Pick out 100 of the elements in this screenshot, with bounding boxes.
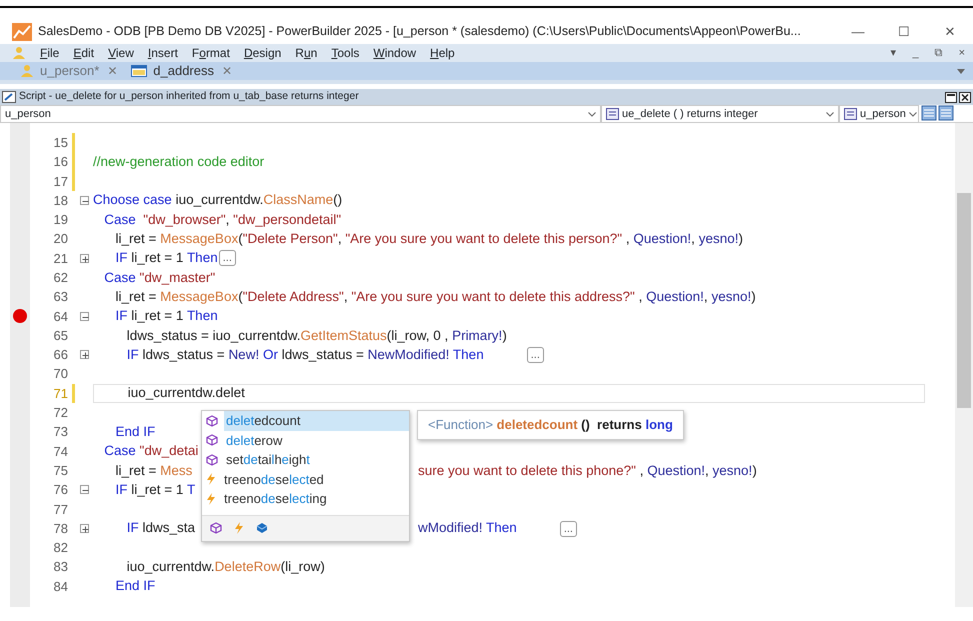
- script-icon: [844, 108, 857, 120]
- cube-icon: [206, 454, 218, 466]
- lightning-icon: [206, 473, 216, 486]
- line-number: 21: [52, 250, 68, 268]
- collapsed-code-button[interactable]: ...: [218, 250, 236, 266]
- collapse-icon[interactable]: [80, 312, 89, 321]
- expand-icon[interactable]: [80, 524, 89, 534]
- collapse-icon[interactable]: [80, 196, 89, 206]
- line-number: 73: [52, 423, 68, 442]
- signature-tooltip: <Function> deletedcount () returns long: [417, 410, 684, 440]
- code-line: Choose case iuo_currentdw.ClassName(): [93, 191, 342, 210]
- line-number: 63: [52, 288, 68, 306]
- line-number: 70: [52, 365, 68, 384]
- restore-button[interactable]: ⧉: [934, 44, 943, 62]
- dropdown-button[interactable]: ▾: [890, 44, 896, 62]
- code-line: Case "dw_detai: [103, 442, 198, 460]
- layout-icon: [921, 105, 955, 122]
- line-number: 19: [52, 211, 68, 230]
- code-line: li_ret = MessageBox("Delete Address", "Are you sure you want to delete this address?" , Question!, yesno!): [114, 288, 756, 306]
- autocomplete-item[interactable]: deletedcount: [224, 411, 409, 430]
- ancestor-dropdown[interactable]: u_person: [839, 105, 919, 123]
- menu-item[interactable]: Design: [244, 44, 282, 62]
- line-number: 20: [52, 230, 68, 248]
- code-line: Case "dw_browser", "dw_persondetail": [103, 210, 342, 229]
- line-number: 74: [52, 442, 68, 461]
- cube-icon: [206, 434, 218, 446]
- code-line: IF ldws_status = New! Or ldws_status = NewModified! Then: [126, 346, 484, 364]
- code-line: li_ret = Mess: [114, 462, 192, 480]
- menu-item[interactable]: Help: [430, 44, 455, 62]
- dropdown-caret-icon: [957, 68, 965, 74]
- chevron-icon: [908, 112, 917, 116]
- line-number: 72: [52, 404, 68, 422]
- close-icon: [959, 92, 971, 102]
- code-line: wModified! Then: [418, 519, 517, 538]
- autocomplete-item[interactable]: treenodeselecting: [222, 489, 409, 508]
- line-number: 77: [52, 500, 68, 519]
- restore-icon: [945, 92, 957, 102]
- code-line: sure you want to delete this phone?" , Question!, yesno!): [418, 462, 757, 480]
- scrollbar-thumb[interactable]: [957, 193, 971, 408]
- code-line: ldws_status = iuo_currentdw.GetItemStatus(li_row, 0 , Primary!): [126, 326, 507, 345]
- line-number: 66: [52, 346, 68, 364]
- line-number: 75: [52, 462, 68, 480]
- line-number: 16: [52, 153, 68, 172]
- collapsed-code-button[interactable]: ...: [560, 520, 577, 537]
- code-line: IF li_ret = 1 T: [114, 480, 196, 499]
- menu-item[interactable]: Run: [295, 44, 318, 62]
- expand-icon[interactable]: [80, 254, 89, 263]
- app-logo-icon: [12, 22, 32, 40]
- menu-item[interactable]: Format: [192, 44, 230, 62]
- object-dropdown[interactable]: u_person: [0, 105, 601, 123]
- minimize-button[interactable]: —: [835, 22, 881, 42]
- expand-icon[interactable]: [80, 350, 89, 360]
- line-number: 17: [52, 172, 68, 190]
- minimize-button[interactable]: _: [912, 44, 919, 62]
- event-dropdown[interactable]: ue_delete ( ) returns integer: [601, 105, 839, 123]
- collapsed-code-button[interactable]: ...: [526, 346, 544, 363]
- code-line: End IF: [114, 422, 156, 441]
- vertical-scrollbar[interactable]: [955, 123, 973, 607]
- line-number: 15: [52, 134, 68, 152]
- line-number: 83: [52, 558, 68, 576]
- code-line: IF ldws_sta: [126, 519, 196, 538]
- menu-item[interactable]: Tools: [331, 44, 360, 62]
- line-number: 84: [52, 578, 68, 596]
- autocomplete-item[interactable]: treenodeselected: [222, 470, 409, 489]
- script-icon: [2, 91, 16, 103]
- code-line: li_ret = MessageBox("Delete Person", "Are you sure you want to delete this person?" , Question!, yesno!): [114, 230, 743, 248]
- lightning-icon: [206, 492, 216, 505]
- block-icon[interactable]: [256, 522, 268, 534]
- window-title: SalesDemo - ODB [PB Demo DB V2025] - PowerBuilder 2025 - [u_person * (salesdemo) (C:\Users\Public\Documents\Appeon\PowerBu...: [38, 23, 802, 40]
- person-icon: [12, 46, 26, 60]
- collapse-icon[interactable]: [80, 485, 89, 494]
- line-number: 82: [52, 539, 68, 558]
- chevron-icon: [588, 112, 596, 116]
- menu-item[interactable]: Insert: [148, 44, 178, 62]
- line-number: 78: [52, 520, 68, 538]
- menu-item[interactable]: View: [108, 44, 134, 62]
- code-line: iuo_currentdw.DeleteRow(li_row): [126, 558, 325, 576]
- cube-icon[interactable]: [210, 522, 222, 534]
- menu-item[interactable]: Window: [373, 44, 416, 62]
- chevron-icon: [826, 112, 834, 116]
- close-button[interactable]: ×: [958, 44, 965, 62]
- code-line: Case "dw_master": [103, 268, 216, 287]
- script-icon: [606, 108, 619, 120]
- code-line: IF li_ret = 1 Then: [114, 249, 218, 268]
- line-number: 71: [52, 384, 68, 403]
- code-line: //new-generation code editor: [93, 152, 264, 171]
- autocomplete-item[interactable]: setdetailheight: [224, 450, 409, 470]
- menu-item[interactable]: File: [40, 44, 60, 62]
- line-number: 62: [52, 268, 68, 287]
- cube-icon: [206, 414, 218, 427]
- maximize-button[interactable]: ☐: [881, 22, 927, 42]
- window-icon: [131, 64, 148, 78]
- menu-item[interactable]: Edit: [73, 44, 94, 62]
- pane-title: Script - ue_delete for u_person inherited from u_tab_base returns integer: [19, 89, 359, 104]
- line-number: 18: [52, 192, 68, 210]
- line-number: 76: [52, 481, 68, 500]
- document-tab[interactable]: d_address: [153, 61, 214, 81]
- autocomplete-item[interactable]: deleterow: [224, 430, 409, 450]
- code-line: iuo_currentdw.delet: [126, 384, 245, 402]
- close-button[interactable]: ✕: [927, 22, 973, 42]
